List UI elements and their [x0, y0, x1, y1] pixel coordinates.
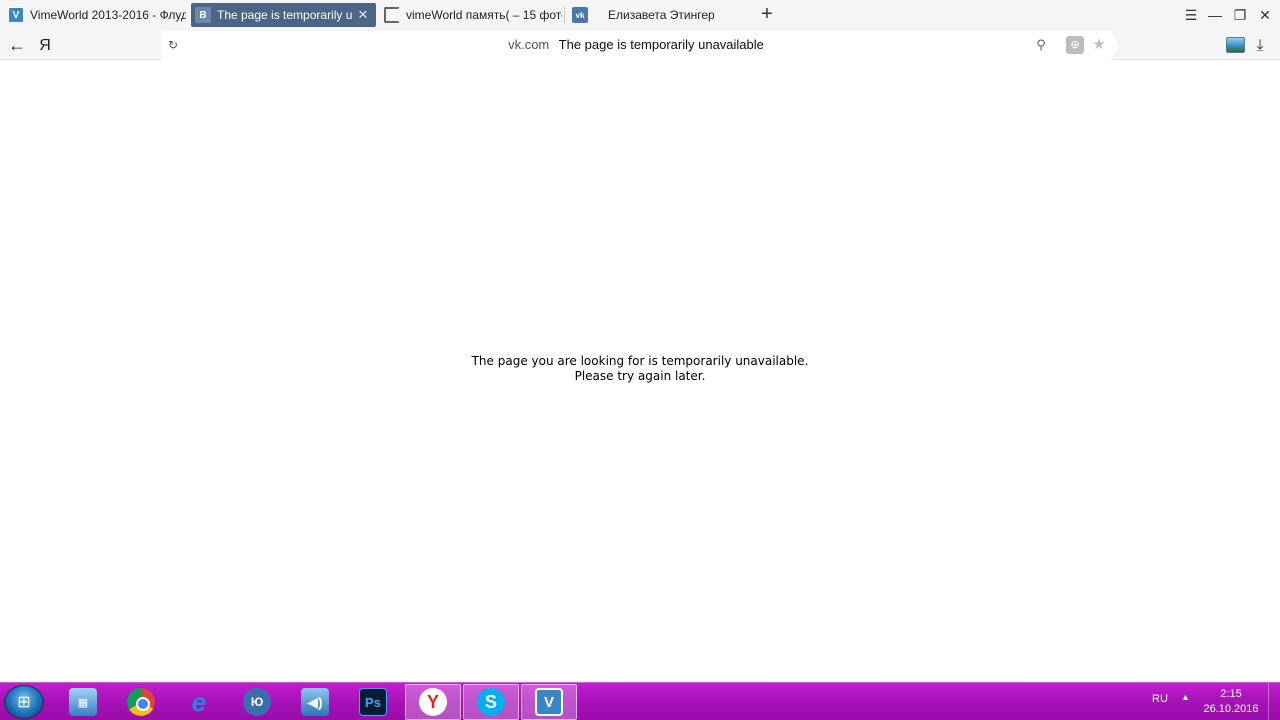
- yandex-logo-button[interactable]: Я: [36, 35, 54, 57]
- taskbar-app-audio[interactable]: ◀): [287, 684, 343, 720]
- address-domain: vk.com: [508, 37, 550, 52]
- tab-title: Елизавета Этингер: [608, 8, 715, 22]
- address-page-title: The page is temporarily unavailable: [558, 37, 764, 52]
- search-icon[interactable]: ⚲: [1033, 37, 1049, 53]
- protect-icon[interactable]: ⊕: [1066, 36, 1084, 54]
- address-text[interactable]: vk.com The page is temporarily unavailab…: [161, 37, 1111, 52]
- vimeworld-icon: V: [8, 7, 24, 23]
- ds-app-icon: Ю: [243, 688, 271, 716]
- download-icon[interactable]: ⤓: [1250, 35, 1270, 57]
- back-button[interactable]: ←: [6, 35, 28, 57]
- taskbar-app-vimeworld[interactable]: V: [521, 684, 577, 720]
- tab-vimeworld-memory[interactable]: vimeWorld память( – 15 фото: [380, 3, 562, 27]
- skype-icon: S: [477, 688, 505, 716]
- language-indicator[interactable]: RU: [1152, 693, 1168, 705]
- menu-icon[interactable]: ☰: [1179, 4, 1203, 26]
- navigation-bar: ← Я ↻ vk.com The page is temporarily una…: [0, 31, 1280, 60]
- minimize-icon[interactable]: —: [1203, 4, 1227, 26]
- tab-strip: V VimeWorld 2013-2016 - Флуд B The page …: [0, 0, 1280, 31]
- bookmark-star-icon[interactable]: ★: [1090, 36, 1108, 54]
- vk-b-icon: B: [195, 7, 211, 23]
- tab-elizaveta[interactable]: vk Елизавета Этингер: [568, 3, 750, 27]
- clock-date: 26.10.2016: [1203, 703, 1259, 715]
- tab-separator: [564, 6, 565, 24]
- windows-logo-icon: ⊞: [17, 694, 31, 711]
- tab-page-unavailable[interactable]: B The page is temporarily unavailable ✕: [191, 3, 376, 27]
- restore-icon[interactable]: ❐: [1228, 4, 1252, 26]
- clock-time: 2:15: [1220, 688, 1242, 700]
- start-button[interactable]: ⊞: [4, 685, 44, 719]
- show-desktop-button[interactable]: [1268, 683, 1280, 720]
- close-window-icon[interactable]: ✕: [1253, 4, 1277, 26]
- page-content: The page you are looking for is temporar…: [0, 61, 1280, 682]
- chrome-icon: [127, 688, 155, 716]
- tab-title: VimeWorld 2013-2016 - Флуд: [30, 8, 186, 22]
- photoshop-icon: Ps: [359, 688, 387, 716]
- tray-expand-icon[interactable]: ▲: [1181, 692, 1190, 702]
- error-message-line-2: Please try again later.: [574, 369, 706, 383]
- taskbar-app-explorer[interactable]: ▦: [55, 684, 111, 720]
- tab-title: vimeWorld память( – 15 фото: [406, 8, 562, 22]
- new-tab-button[interactable]: +: [756, 4, 778, 26]
- taskbar-app-photoshop[interactable]: Ps: [345, 684, 401, 720]
- vimeworld-launcher-icon: V: [535, 688, 563, 716]
- taskbar-app-ie[interactable]: e: [171, 684, 227, 720]
- taskbar-app-skype[interactable]: S: [463, 684, 519, 720]
- audio-app-icon: ◀): [301, 688, 329, 716]
- yandex-browser-icon: Y: [419, 688, 447, 716]
- error-message-line-1: The page you are looking for is temporar…: [471, 354, 809, 368]
- background-image-icon[interactable]: [1226, 37, 1245, 53]
- taskbar-app-chrome[interactable]: [113, 684, 169, 720]
- address-bar-tail: [1111, 31, 1119, 60]
- loading-spinner-icon: [384, 7, 400, 23]
- taskbar-app-ds[interactable]: Ю: [229, 684, 285, 720]
- system-clock[interactable]: 2:15 26.10.2016: [1196, 687, 1266, 717]
- taskbar: ⊞ ▦ e Ю ◀) Ps Y S V RU ▲ 2:15 26.10.2016: [0, 682, 1280, 720]
- file-explorer-icon: ▦: [69, 688, 97, 716]
- close-tab-icon[interactable]: ✕: [356, 7, 370, 23]
- error-message: The page you are looking for is temporar…: [0, 354, 1280, 384]
- internet-explorer-icon: e: [191, 686, 207, 717]
- tab-title: The page is temporarily unavailable: [217, 8, 352, 22]
- vk-icon: vk: [572, 7, 588, 23]
- tab-vimeworld-forum[interactable]: V VimeWorld 2013-2016 - Флуд: [4, 3, 186, 27]
- taskbar-app-yandex[interactable]: Y: [405, 684, 461, 720]
- address-bar[interactable]: ↻ vk.com The page is temporarily unavail…: [161, 31, 1111, 60]
